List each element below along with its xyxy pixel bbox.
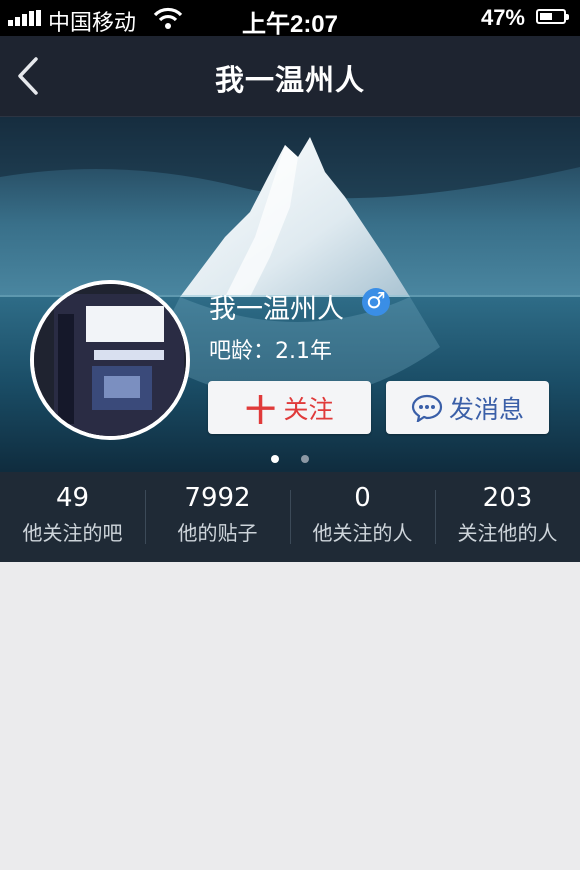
stat-followers[interactable]: 203 关注他的人 (435, 472, 580, 562)
stat-label: 他关注的人 (312, 521, 413, 545)
stat-value: 7992 (184, 483, 251, 513)
plus-icon: 十 (245, 393, 276, 429)
user-name: 我一温州人 (209, 294, 344, 325)
navigation-bar: 我一温州人 (0, 36, 580, 117)
profile-header: 我一温州人 ♂ 吧龄：2.1年 十 关注 发消息 (0, 117, 580, 472)
send-message-button[interactable]: 发消息 (386, 381, 549, 434)
follow-label: 关注 (283, 394, 334, 424)
stat-following[interactable]: 0 他关注的人 (290, 472, 435, 562)
battery-percent: 47% (480, 5, 525, 30)
carousel-dot-active[interactable] (271, 455, 280, 463)
profile-stats-bar: 49 他关注的吧 7992 他的贴子 0 他关注的人 203 关注他的人 (0, 472, 580, 562)
stat-label: 他的贴子 (177, 521, 258, 545)
follow-button[interactable]: 十 关注 (208, 381, 371, 434)
carousel-indicator (0, 448, 580, 467)
chat-bubble-icon (411, 394, 443, 422)
bar-age-text: 吧龄：2.1年 (209, 339, 332, 364)
avatar[interactable] (30, 280, 190, 440)
content-area (0, 562, 580, 870)
stat-followed-bars[interactable]: 49 他关注的吧 (0, 472, 145, 562)
page-title: 我一温州人 (214, 63, 365, 97)
carousel-dot[interactable] (300, 455, 309, 463)
status-bar: 中国移动 上午2:07 47% (0, 0, 580, 38)
stat-value: 203 (482, 483, 533, 513)
stat-posts[interactable]: 7992 他的贴子 (145, 472, 290, 562)
stat-value: 0 (354, 483, 371, 513)
atm-photo-image (34, 284, 186, 436)
battery-icon (536, 9, 569, 24)
stat-value: 49 (55, 483, 90, 513)
stat-label: 关注他的人 (457, 521, 558, 545)
male-icon: ♂ (362, 288, 390, 316)
send-message-label: 发消息 (448, 394, 524, 424)
stat-label: 他关注的吧 (22, 521, 123, 545)
